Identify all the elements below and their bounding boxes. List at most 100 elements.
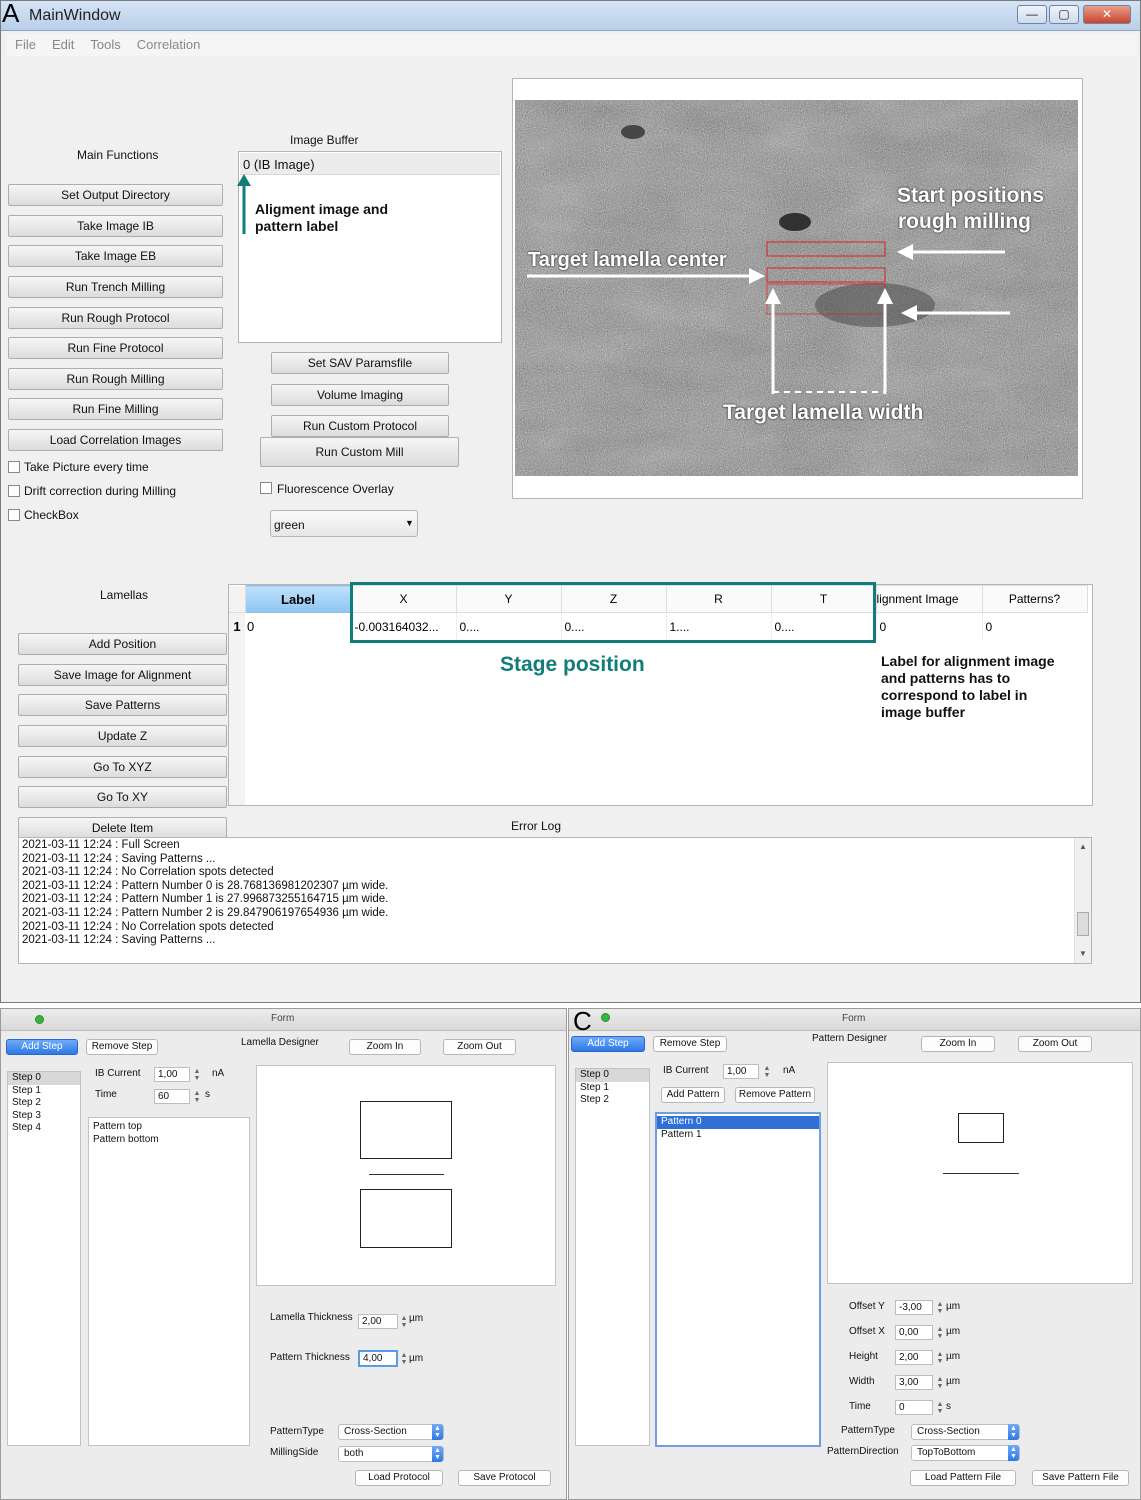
pattern-shape[interactable] <box>958 1113 1004 1143</box>
spin-arrows-icon[interactable]: ▲ ▼ <box>936 1351 944 1366</box>
spin-arrows-icon[interactable]: ▲ ▼ <box>936 1376 944 1391</box>
volume-imaging-button[interactable]: Volume Imaging <box>271 384 449 406</box>
zoom-in-button[interactable]: Zoom In <box>921 1036 995 1052</box>
remove-pattern-button[interactable]: Remove Pattern <box>735 1087 815 1103</box>
run-trench-milling-button[interactable]: Run Trench Milling <box>8 276 223 298</box>
list-item[interactable]: Pattern bottom <box>89 1134 249 1147</box>
offset-y-input[interactable]: -3,00 <box>895 1300 933 1315</box>
zoom-out-button[interactable]: Zoom Out <box>1018 1036 1092 1052</box>
pattern-thickness-input[interactable]: 4,00 <box>358 1350 398 1367</box>
run-fine-milling-button[interactable]: Run Fine Milling <box>8 398 223 420</box>
load-correlation-images-button[interactable]: Load Correlation Images <box>8 429 223 451</box>
run-fine-protocol-button[interactable]: Run Fine Protocol <box>8 337 223 359</box>
save-pattern-file-button[interactable]: Save Pattern File <box>1032 1470 1129 1486</box>
list-item[interactable]: Pattern top <box>89 1118 249 1134</box>
time-input[interactable]: 60 <box>154 1089 190 1104</box>
take-picture-checkbox[interactable] <box>8 461 20 473</box>
add-step-button[interactable]: Add Step <box>6 1039 78 1055</box>
spin-arrows-icon[interactable]: ▲ ▼ <box>936 1401 944 1416</box>
form-c-titlebar[interactable]: Form <box>569 1009 1140 1031</box>
run-rough-milling-button[interactable]: Run Rough Milling <box>8 368 223 390</box>
color-select[interactable]: green ▼ <box>270 510 418 537</box>
cell-label[interactable]: 0 <box>245 613 351 641</box>
go-to-xy-button[interactable]: Go To XY <box>18 786 227 808</box>
set-output-directory-button[interactable]: Set Output Directory <box>8 184 223 206</box>
step-list[interactable]: Step 0 Step 1 Step 2 <box>575 1068 650 1446</box>
spin-arrows-icon[interactable]: ▲ ▼ <box>936 1301 944 1316</box>
take-image-ib-button[interactable]: Take Image IB <box>8 215 223 237</box>
update-z-button[interactable]: Update Z <box>18 725 227 747</box>
maximize-button[interactable]: ▢ <box>1049 5 1079 24</box>
spin-arrows-icon[interactable]: ▲ ▼ <box>400 1315 408 1330</box>
close-button[interactable]: ✕ <box>1083 5 1131 24</box>
cell-alignment-image[interactable]: 0 <box>875 612 982 641</box>
scroll-up-icon[interactable]: ▲ <box>1079 842 1087 851</box>
image-buffer-item[interactable]: 0 (IB Image) <box>243 157 315 172</box>
header-alignment-image[interactable]: lignment Image <box>875 585 983 613</box>
list-item[interactable]: Step 0 <box>8 1072 80 1085</box>
header-patterns[interactable]: Patterns? <box>981 585 1088 613</box>
drift-correction-checkbox[interactable] <box>8 485 20 497</box>
offset-x-input[interactable]: 0,00 <box>895 1325 933 1340</box>
pattern-list[interactable]: Pattern top Pattern bottom <box>88 1117 250 1446</box>
time-input[interactable]: 0 <box>895 1400 933 1415</box>
scrollbar-thumb[interactable] <box>1077 912 1089 936</box>
pattern-designer-canvas[interactable] <box>827 1062 1133 1284</box>
add-step-button[interactable]: Add Step <box>571 1036 645 1052</box>
list-item[interactable]: Step 0 <box>576 1069 649 1082</box>
pattern-top-shape[interactable] <box>360 1101 452 1159</box>
menu-edit[interactable]: Edit <box>52 34 74 56</box>
load-pattern-file-button[interactable]: Load Pattern File <box>910 1470 1016 1486</box>
zoom-out-button[interactable]: Zoom Out <box>443 1039 516 1055</box>
remove-step-button[interactable]: Remove Step <box>86 1039 158 1055</box>
list-item[interactable]: Pattern 0 <box>657 1116 819 1129</box>
run-rough-protocol-button[interactable]: Run Rough Protocol <box>8 307 223 329</box>
list-item[interactable]: Step 4 <box>8 1122 80 1135</box>
generic-checkbox[interactable] <box>8 509 20 521</box>
step-list[interactable]: Step 0 Step 1 Step 2 Step 3 Step 4 <box>7 1071 81 1446</box>
spin-arrows-icon[interactable]: ▲ ▼ <box>400 1352 408 1367</box>
pattern-type-select[interactable]: Cross-Section ▲ ▼ <box>338 1424 444 1440</box>
save-protocol-button[interactable]: Save Protocol <box>458 1470 551 1486</box>
go-to-xyz-button[interactable]: Go To XYZ <box>18 756 227 778</box>
save-patterns-button[interactable]: Save Patterns <box>18 694 227 716</box>
image-buffer-list[interactable]: 0 (IB Image) <box>238 151 502 343</box>
remove-step-button[interactable]: Remove Step <box>653 1036 727 1052</box>
ib-current-input[interactable]: 1,00 <box>723 1064 759 1079</box>
menu-file[interactable]: File <box>15 34 36 56</box>
list-item[interactable]: Step 2 <box>576 1094 649 1107</box>
header-label[interactable]: Label <box>244 585 352 613</box>
form-b-titlebar[interactable]: Form <box>1 1009 566 1031</box>
take-image-eb-button[interactable]: Take Image EB <box>8 245 223 267</box>
milling-side-select[interactable]: both ▲ ▼ <box>338 1446 444 1462</box>
list-item[interactable]: Step 2 <box>8 1097 80 1110</box>
zoom-in-button[interactable]: Zoom In <box>349 1039 421 1055</box>
scroll-down-icon[interactable]: ▼ <box>1079 949 1087 958</box>
menu-correlation[interactable]: Correlation <box>137 34 201 56</box>
pattern-list[interactable]: Pattern 0 Pattern 1 <box>655 1112 821 1447</box>
window-dot-icon[interactable] <box>601 1013 610 1022</box>
minimize-button[interactable]: — <box>1017 5 1047 24</box>
width-input[interactable]: 3,00 <box>895 1375 933 1390</box>
add-pattern-button[interactable]: Add Pattern <box>661 1087 725 1103</box>
add-position-button[interactable]: Add Position <box>18 633 227 655</box>
ib-current-input[interactable]: 1,00 <box>154 1067 190 1082</box>
set-sav-paramsfile-button[interactable]: Set SAV Paramsfile <box>271 352 449 374</box>
fluorescence-overlay-checkbox[interactable] <box>260 482 272 494</box>
pattern-direction-select[interactable]: TopToBottom ▲ ▼ <box>911 1445 1020 1461</box>
spin-arrows-icon[interactable]: ▲ ▼ <box>936 1326 944 1341</box>
pattern-type-select[interactable]: Cross-Section ▲ ▼ <box>911 1424 1020 1440</box>
lamella-designer-canvas[interactable] <box>256 1065 556 1286</box>
delete-item-button[interactable]: Delete Item <box>18 817 227 839</box>
spin-arrows-icon[interactable]: ▲ ▼ <box>193 1090 201 1105</box>
main-window-titlebar[interactable]: MainWindow — ▢ ✕ <box>1 1 1140 31</box>
run-custom-protocol-button[interactable]: Run Custom Protocol <box>271 415 449 437</box>
list-item[interactable]: Pattern 1 <box>657 1129 819 1142</box>
cell-patterns[interactable]: 0 <box>981 612 1087 641</box>
log-scrollbar[interactable]: ▲ ▼ <box>1074 838 1091 963</box>
list-item[interactable]: Step 1 <box>8 1085 80 1098</box>
height-input[interactable]: 2,00 <box>895 1350 933 1365</box>
error-log[interactable]: 2021-03-11 12:24 : Full Screen 2021-03-1… <box>18 837 1092 964</box>
lamella-thickness-input[interactable]: 2,00 <box>358 1314 398 1329</box>
spin-arrows-icon[interactable]: ▲ ▼ <box>193 1068 201 1083</box>
